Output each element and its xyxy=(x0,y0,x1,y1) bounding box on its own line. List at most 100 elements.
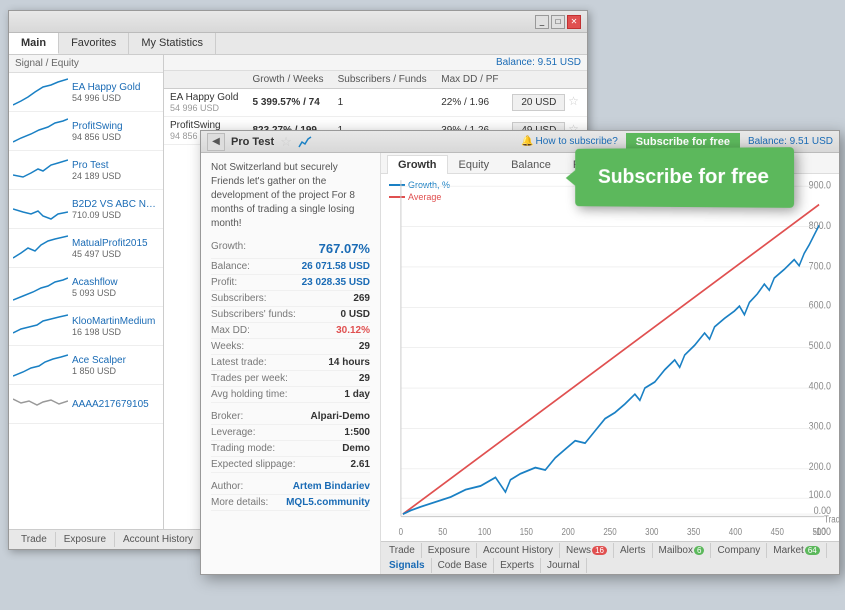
signal-info-6: Acashflow 5 093 USD xyxy=(72,277,159,298)
signal-name-6[interactable]: Acashflow xyxy=(72,277,159,288)
favorite-star-1[interactable]: ☆ xyxy=(568,94,579,108)
how-to-subscribe-link[interactable]: 🔔 How to subscribe? xyxy=(521,136,618,147)
svg-text:250: 250 xyxy=(603,526,616,537)
detail-tab-news[interactable]: News16 xyxy=(560,543,614,558)
detail-tab-mailbox-label: Mailbox xyxy=(659,545,693,556)
detail-tab-trade[interactable]: Trade xyxy=(383,543,422,558)
signal-name-8[interactable]: Ace Scalper xyxy=(72,355,159,366)
svg-text:350: 350 xyxy=(687,526,700,537)
signal-cell-growth-1: 5 399.57% / 74 xyxy=(247,89,332,117)
list-item[interactable]: MatualProfit2015 45 497 USD xyxy=(9,229,163,268)
more-details-label: More details: xyxy=(211,497,268,508)
signal-info-5: MatualProfit2015 45 497 USD xyxy=(72,238,159,259)
detail-favorite-star[interactable]: ☆ xyxy=(280,134,292,150)
svg-text:0: 0 xyxy=(399,526,403,537)
subscribe-button-1[interactable]: 20 USD xyxy=(512,94,565,111)
subfunds-value: 0 USD xyxy=(341,309,370,320)
list-item[interactable]: EA Happy Gold 54 996 USD xyxy=(9,73,163,112)
stat-broker-row: Broker: Alpari-Demo xyxy=(211,409,370,425)
minimize-button[interactable]: _ xyxy=(535,15,549,29)
more-details-value[interactable]: MQL5.community xyxy=(286,497,370,508)
signal-info-7: KlooMartinMedium 16 198 USD xyxy=(72,316,159,337)
news-badge: 16 xyxy=(592,546,607,555)
bottom-tab-exposure[interactable]: Exposure xyxy=(56,532,115,547)
signal-name-4[interactable]: B2D2 VS ABC NZ D xyxy=(72,199,159,210)
mini-chart-6 xyxy=(13,272,68,302)
svg-text:500: 500 xyxy=(812,526,825,537)
list-item[interactable]: Acashflow 5 093 USD xyxy=(9,268,163,307)
bottom-tab-history[interactable]: Account History xyxy=(115,532,202,547)
signal-cell-name-1[interactable]: EA Happy Gold 54 996 USD xyxy=(164,89,247,117)
svg-text:100.0: 100.0 xyxy=(809,489,832,501)
growth-label: Growth: xyxy=(211,241,246,256)
signal-info-4: B2D2 VS ABC NZ D 710.09 USD xyxy=(72,199,159,220)
signal-name-2[interactable]: ProfitSwing xyxy=(72,121,159,132)
tab-main[interactable]: Main xyxy=(9,33,59,54)
sidebar-header: Signal / Equity xyxy=(9,55,163,73)
detail-tab-exposure[interactable]: Exposure xyxy=(422,543,477,558)
latest-trade-label: Latest trade: xyxy=(211,357,267,368)
detail-tab-experts[interactable]: Experts xyxy=(494,558,541,573)
avg-holding-label: Avg holding time: xyxy=(211,389,288,400)
author-value[interactable]: Artem Bindariev xyxy=(293,481,370,492)
mini-chart-8 xyxy=(13,350,68,380)
list-item[interactable]: Ace Scalper 1 850 USD xyxy=(9,346,163,385)
signal-value-7: 16 198 USD xyxy=(72,327,159,337)
list-item[interactable]: KlooMartinMedium 16 198 USD xyxy=(9,307,163,346)
svg-text:300: 300 xyxy=(645,526,658,537)
tab-my-statistics[interactable]: My Statistics xyxy=(129,33,216,54)
signal-value-6: 5 093 USD xyxy=(72,288,159,298)
back-button[interactable]: ◀ xyxy=(207,133,225,151)
detail-tab-mailbox[interactable]: Mailbox6 xyxy=(653,543,712,558)
list-item[interactable]: AAAA217679105 xyxy=(9,385,163,424)
detail-tab-history[interactable]: Account History xyxy=(477,543,560,558)
signal-name-9[interactable]: AAAA217679105 xyxy=(72,399,159,410)
detail-tab-codebase[interactable]: Code Base xyxy=(432,558,494,573)
stat-trades-per-week-row: Trades per week: 29 xyxy=(211,371,370,387)
detail-tab-news-label: News xyxy=(566,545,591,556)
stat-weeks-row: Weeks: 29 xyxy=(211,339,370,355)
detail-tab-company[interactable]: Company xyxy=(711,543,767,558)
chart-tab-growth[interactable]: Growth xyxy=(387,155,448,174)
profit-label: Profit: xyxy=(211,277,237,288)
stat-maxdd-row: Max DD: 30.12% xyxy=(211,323,370,339)
detail-tab-alerts[interactable]: Alerts xyxy=(614,543,653,558)
detail-title: Pro Test xyxy=(231,136,274,148)
signal-name-7[interactable]: KlooMartinMedium xyxy=(72,316,159,327)
signal-row-name-1[interactable]: EA Happy Gold xyxy=(170,92,241,103)
stat-leverage-row: Leverage: 1:500 xyxy=(211,425,370,441)
leverage-label: Leverage: xyxy=(211,427,255,438)
close-button[interactable]: ✕ xyxy=(567,15,581,29)
signal-name-1[interactable]: EA Happy Gold xyxy=(72,82,159,93)
stat-subscribers-row: Subscribers: 269 xyxy=(211,291,370,307)
subscribers-value: 269 xyxy=(353,293,370,304)
signal-name-5[interactable]: MatualProfit2015 xyxy=(72,238,159,249)
tab-favorites[interactable]: Favorites xyxy=(59,33,129,54)
bottom-tab-trade[interactable]: Trade xyxy=(13,532,56,547)
growth-chart-svg: 900.0 800.0 700.0 600.0 500.0 400.0 300.… xyxy=(381,174,839,541)
signal-info-9: AAAA217679105 xyxy=(72,399,159,410)
detail-tab-signals[interactable]: Signals xyxy=(383,558,432,573)
signal-info-3: Pro Test 24 189 USD xyxy=(72,160,159,181)
signal-value-8: 1 850 USD xyxy=(72,366,159,376)
detail-tab-market[interactable]: Market64 xyxy=(767,543,826,558)
chart-tab-equity[interactable]: Equity xyxy=(448,155,501,174)
list-item[interactable]: Pro Test 24 189 USD xyxy=(9,151,163,190)
maximize-button[interactable]: □ xyxy=(551,15,565,29)
main-tabs-bar: Main Favorites My Statistics xyxy=(9,33,587,55)
col-header-signal xyxy=(164,71,247,89)
list-item[interactable]: ProfitSwing 94 856 USD xyxy=(9,112,163,151)
list-item[interactable]: B2D2 VS ABC NZ D 710.09 USD xyxy=(9,190,163,229)
chart-tab-balance[interactable]: Balance xyxy=(500,155,562,174)
signal-value-3: 24 189 USD xyxy=(72,171,159,181)
subscribe-callout[interactable]: Subscribe for free xyxy=(575,147,794,208)
table-topbar: Balance: 9.51 USD xyxy=(164,55,587,71)
detail-balance: Balance: 9.51 USD xyxy=(748,136,833,147)
detail-tab-journal[interactable]: Journal xyxy=(541,558,587,573)
stat-more-details-row: More details: MQL5.community xyxy=(211,495,370,511)
col-header-subscribers: Subscribers / Funds xyxy=(332,71,436,89)
growth-chart-area: Growth, % Average 900.0 800.0 700.0 600.… xyxy=(381,174,839,541)
signal-cell-dd-1: 22% / 1.96 xyxy=(435,89,506,117)
avg-holding-value: 1 day xyxy=(344,389,370,400)
signal-name-3[interactable]: Pro Test xyxy=(72,160,159,171)
